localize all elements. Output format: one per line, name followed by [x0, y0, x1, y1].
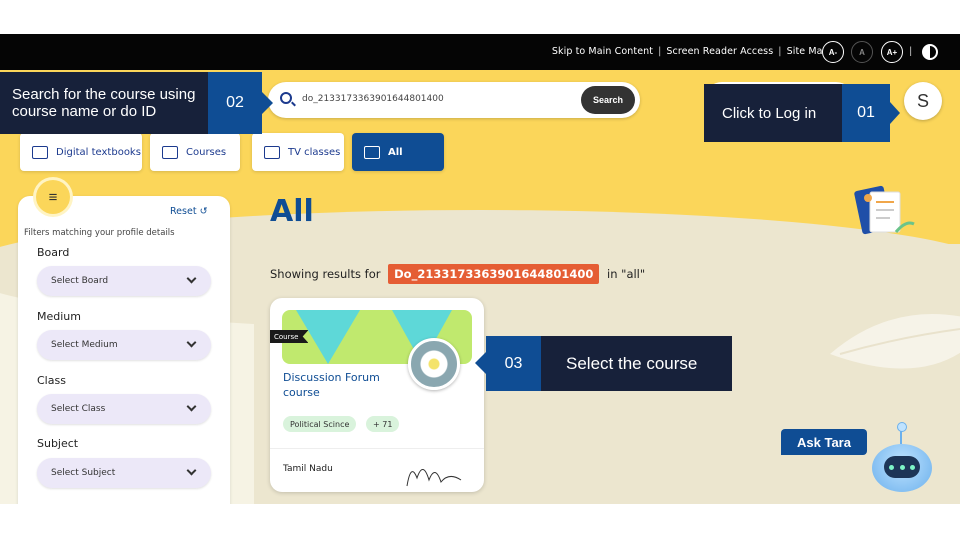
- callout-arrow-icon: [475, 352, 486, 374]
- tab-label: TV classes: [288, 146, 341, 158]
- font-normal-button[interactable]: A: [851, 41, 873, 63]
- callout-login-step: Click to Log in 01: [704, 84, 900, 142]
- reset-icon: ↺: [199, 206, 208, 217]
- contrast-toggle-icon[interactable]: [922, 44, 938, 60]
- class-select[interactable]: Select Class: [37, 394, 211, 424]
- callout-number: 01: [842, 84, 890, 142]
- font-decrease-button[interactable]: A-: [822, 41, 844, 63]
- board-select[interactable]: Select Board: [37, 266, 211, 296]
- filter-message: Filters matching your profile details: [24, 228, 175, 238]
- search-icon: [280, 92, 292, 104]
- leaf-decoration-icon: [830, 314, 960, 369]
- results-prefix: Showing results for: [270, 267, 381, 281]
- ask-tara-button[interactable]: Ask Tara: [781, 429, 867, 455]
- callout-search-step: Search for the course using course name …: [0, 72, 273, 134]
- font-increase-button[interactable]: A+: [881, 41, 903, 63]
- subject-chip: Political Scince: [283, 416, 357, 432]
- tab-label: Digital textbooks: [56, 146, 141, 158]
- search-bar: do_2133173363901644801400 Search: [268, 82, 640, 118]
- user-avatar[interactable]: S: [904, 82, 942, 120]
- book-icon: [32, 145, 48, 159]
- subject-select[interactable]: Select Subject: [37, 458, 211, 488]
- callout-select-step: 03 Select the course: [475, 336, 732, 391]
- class-placeholder: Select Class: [51, 404, 106, 414]
- chevron-down-icon: [186, 337, 197, 348]
- results-query: Do_2133173363901644801400: [388, 264, 600, 284]
- callout-text: Click to Log in: [722, 104, 817, 122]
- skip-to-main-link[interactable]: Skip to Main Content: [552, 46, 653, 57]
- tab-digital-textbooks[interactable]: Digital textbooks: [20, 133, 142, 171]
- class-label: Class: [37, 374, 66, 387]
- callout-number: 02: [208, 72, 262, 134]
- subject-placeholder: Select Subject: [51, 468, 116, 478]
- divider: |: [909, 46, 912, 57]
- callout-number: 03: [486, 336, 541, 391]
- reset-label: Reset: [170, 206, 197, 217]
- tab-all[interactable]: All: [352, 133, 444, 171]
- doodle-decoration-icon: [406, 469, 462, 487]
- course-card[interactable]: Course Discussion Forum course Political…: [270, 298, 484, 492]
- tab-tv-classes[interactable]: TV classes: [252, 133, 344, 171]
- card-divider: [270, 448, 484, 449]
- search-button[interactable]: Search: [581, 86, 635, 114]
- results-summary: Showing results for Do_21331733639016448…: [270, 264, 645, 284]
- accessibility-links: Skip to Main Content | Screen Reader Acces…: [551, 46, 837, 57]
- callout-arrow-icon: [262, 92, 273, 114]
- inbox-icon: [364, 145, 380, 159]
- chatbot-robot-icon[interactable]: [872, 422, 932, 492]
- app-screen: Skip to Main Content | Screen Reader Acces…: [0, 34, 960, 504]
- graduation-cap-icon: [162, 145, 178, 159]
- documents-illustration-icon: [854, 185, 915, 235]
- medium-select[interactable]: Select Medium: [37, 330, 211, 360]
- course-thumbnail: [408, 338, 460, 390]
- chevron-down-icon: [186, 401, 197, 412]
- board-label: Board: [37, 246, 70, 259]
- filter-sliders-icon[interactable]: ≡: [36, 180, 70, 214]
- course-badge: Course: [270, 330, 309, 343]
- reset-filters-button[interactable]: Reset ↺: [170, 206, 208, 217]
- medium-placeholder: Select Medium: [51, 340, 118, 350]
- course-title[interactable]: Discussion Forum course: [283, 370, 403, 400]
- chevron-down-icon: [186, 465, 197, 476]
- screen-reader-link[interactable]: Screen Reader Access: [666, 46, 773, 57]
- tab-label: All: [388, 146, 403, 158]
- callout-arrow-icon: [890, 102, 900, 124]
- tv-icon: [264, 145, 280, 159]
- course-board: Tamil Nadu: [283, 464, 333, 474]
- subject-label: Subject: [37, 437, 79, 450]
- results-suffix: in "all": [607, 267, 646, 281]
- board-placeholder: Select Board: [51, 276, 109, 286]
- tab-courses[interactable]: Courses: [150, 133, 240, 171]
- page-title: All: [270, 194, 314, 229]
- search-input[interactable]: do_2133173363901644801400: [302, 94, 444, 104]
- tab-label: Courses: [186, 146, 227, 158]
- accessibility-bar: Skip to Main Content | Screen Reader Acces…: [0, 34, 960, 70]
- callout-text: Select the course: [566, 353, 698, 373]
- medium-label: Medium: [37, 310, 81, 323]
- callout-text: Search for the course using course name …: [12, 86, 196, 120]
- more-subjects-chip: + 71: [366, 416, 400, 432]
- chevron-down-icon: [186, 273, 197, 284]
